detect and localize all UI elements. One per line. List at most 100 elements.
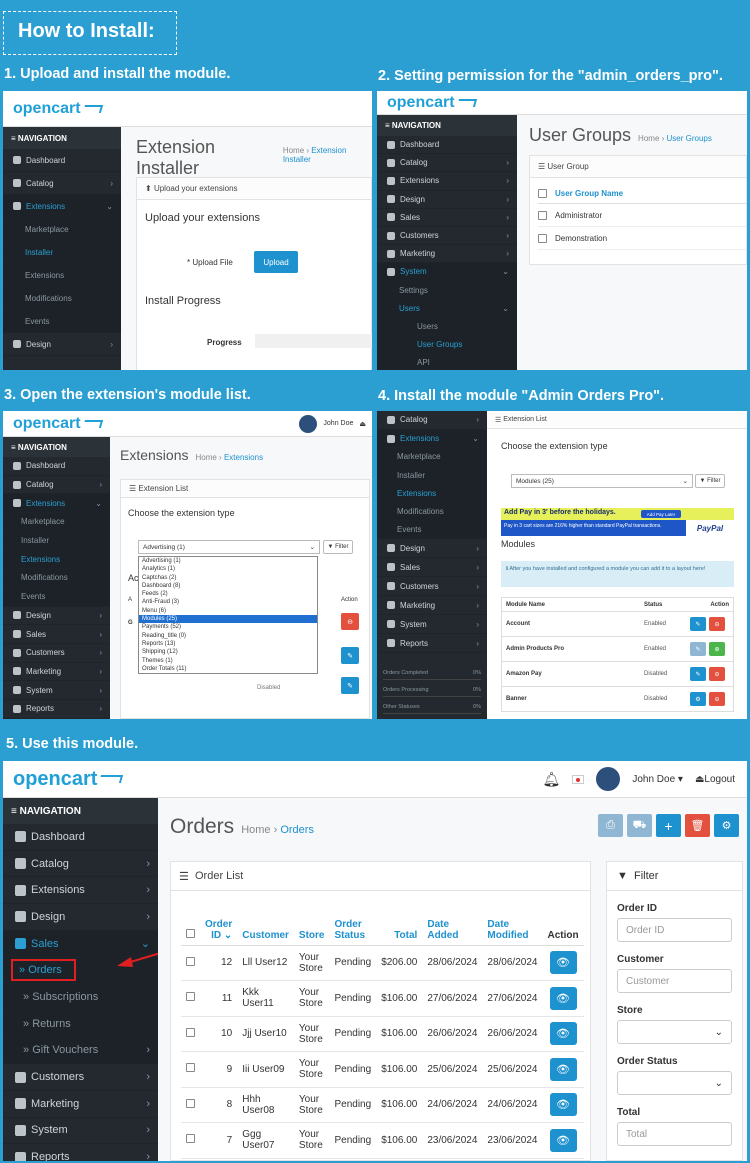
menu-sales[interactable]: Sales › — [377, 558, 487, 578]
menu-system[interactable]: System › — [3, 1118, 158, 1145]
menu-marketing[interactable]: Marketing › — [3, 663, 110, 682]
row-checkbox[interactable] — [538, 210, 547, 220]
menu-marketing[interactable]: Marketing › — [3, 1091, 158, 1118]
menu-dashboard[interactable]: Dashboard — [3, 149, 121, 172]
option[interactable]: Themes (1) — [142, 657, 317, 665]
option[interactable]: Feeds (2) — [142, 590, 317, 598]
menu-events[interactable]: Events — [3, 310, 121, 333]
col-total[interactable]: Total — [376, 900, 423, 946]
menu-extensions-sub[interactable]: Extensions — [377, 484, 487, 503]
menu-reports[interactable]: Reports › — [3, 1144, 158, 1161]
filter-button[interactable]: ▼ Filter — [323, 540, 353, 554]
menu-reports[interactable]: Reports › — [377, 634, 487, 654]
paypal-ad-banner[interactable]: Add Pay in 3' before the holidays. Add P… — [501, 508, 734, 536]
menu-design[interactable]: Design › — [377, 539, 487, 559]
menu-customers[interactable]: Customers › — [377, 577, 487, 597]
menu-customers[interactable]: Customers › — [3, 1064, 158, 1091]
col-date-added[interactable]: Date Added — [422, 900, 483, 946]
uninstall-button[interactable]: ⊖ — [341, 613, 359, 630]
delete-button[interactable]: 🗑︎ — [685, 814, 710, 837]
menu-sales[interactable]: Sales › — [3, 625, 110, 644]
view-order-button[interactable]: 👁︎ — [549, 1057, 577, 1081]
extension-type-select[interactable]: Advertising (1) ⌄ — [138, 540, 320, 554]
flag-icon[interactable] — [572, 774, 585, 784]
menu-modifications[interactable]: Modifications — [3, 287, 121, 310]
menu-design[interactable]: Design › — [3, 333, 121, 356]
col-order-id[interactable]: Order ID ⌄ — [200, 900, 238, 946]
upload-button[interactable]: Upload — [254, 251, 298, 273]
menu-dashboard[interactable]: Dashboard — [3, 457, 110, 476]
store-select[interactable]: ⌄ — [617, 1020, 732, 1044]
menu-design[interactable]: Design › — [3, 904, 158, 931]
row-checkbox[interactable] — [538, 233, 547, 243]
col-date-modified[interactable]: Date Modified — [482, 900, 543, 946]
edit-button[interactable]: ✎ — [341, 647, 359, 664]
row-checkbox[interactable] — [186, 1063, 195, 1073]
add-pay-later-button[interactable]: Add Pay Later — [641, 510, 681, 518]
menu-extensions[interactable]: Extensions ⌄ — [377, 429, 487, 449]
edit-button[interactable]: ✎ — [690, 617, 706, 631]
view-order-button[interactable]: 👁︎ — [549, 986, 577, 1010]
extension-type-select[interactable]: Modules (25) ⌄ — [511, 474, 693, 488]
menu-subscriptions[interactable]: » Subscriptions — [3, 984, 158, 1011]
menu-system[interactable]: System › — [3, 681, 110, 700]
order-status-select[interactable]: ⌄ — [617, 1071, 732, 1095]
logout-icon[interactable]: ⏏ — [359, 420, 366, 428]
menu-extensions[interactable]: Extensions › — [3, 877, 158, 905]
menu-design[interactable]: Design › — [3, 607, 110, 626]
shipping-button[interactable]: ⛟ — [627, 814, 652, 837]
uninstall-button[interactable]: ⊖ — [709, 617, 725, 631]
edit-button[interactable]: ⚙ — [690, 692, 706, 706]
menu-extensions-sub[interactable]: Extensions — [3, 264, 121, 287]
menu-extensions[interactable]: Extensions ⌄ — [3, 195, 121, 218]
menu-modifications[interactable]: Modifications — [377, 502, 487, 522]
menu-dashboard[interactable]: Dashboard — [3, 824, 158, 851]
col-store[interactable]: Store — [293, 900, 330, 946]
menu-users[interactable]: Users ⌄ — [377, 299, 517, 318]
option[interactable]: Reports (13) — [142, 640, 317, 648]
option-selected[interactable]: Modules (25) — [139, 615, 317, 624]
row-checkbox[interactable] — [186, 1027, 195, 1037]
edit-button[interactable]: ✎ — [690, 642, 706, 656]
option[interactable]: Captchas (2) — [142, 574, 317, 582]
logout-link[interactable]: ⏏Logout — [695, 774, 735, 785]
option[interactable]: Menu (6) — [142, 607, 317, 615]
edit-button[interactable]: ✎ — [690, 667, 706, 681]
option[interactable]: Payments (52) — [142, 623, 317, 631]
option[interactable]: Reading_title (0) — [142, 632, 317, 640]
menu-events[interactable]: Events — [377, 521, 487, 540]
option[interactable]: Anti-Fraud (3) — [142, 598, 317, 606]
select-all-checkbox[interactable] — [186, 928, 195, 938]
menu-sales[interactable]: Sales › — [377, 209, 517, 227]
option[interactable]: Dashboard (8) — [142, 582, 317, 590]
view-order-button[interactable]: 👁︎ — [549, 1022, 577, 1046]
menu-modifications[interactable]: Modifications — [3, 569, 110, 588]
menu-marketplace[interactable]: Marketplace — [377, 448, 487, 467]
order-id-input[interactable]: Order ID — [617, 918, 732, 942]
uninstall-button[interactable]: ⊖ — [709, 667, 725, 681]
menu-returns[interactable]: » Returns — [3, 1010, 158, 1038]
menu-extensions-sub[interactable]: Extensions — [3, 550, 110, 570]
menu-installer[interactable]: Installer — [3, 241, 121, 264]
menu-events[interactable]: Events — [3, 587, 110, 607]
menu-dashboard[interactable]: Dashboard — [377, 136, 517, 155]
bell-icon[interactable]: 🔔︎ — [543, 771, 561, 788]
option[interactable]: Advertising (1) — [142, 557, 317, 565]
user-menu[interactable]: John Doe ▾ — [632, 774, 683, 785]
view-order-button[interactable]: 👁︎ — [549, 1093, 577, 1117]
col-order-status[interactable]: Order Status — [329, 900, 377, 946]
menu-extensions[interactable]: Extensions › — [377, 172, 517, 191]
total-input[interactable]: Total — [617, 1122, 732, 1146]
menu-gift-vouchers[interactable]: » Gift Vouchers › — [3, 1037, 158, 1065]
row-checkbox[interactable] — [186, 1134, 195, 1144]
menu-catalog[interactable]: Catalog › — [377, 411, 487, 430]
settings-button[interactable]: ⚙ — [714, 814, 739, 837]
user-menu[interactable]: John Doe — [323, 420, 353, 427]
menu-catalog[interactable]: Catalog › — [377, 154, 517, 173]
menu-settings[interactable]: Settings — [377, 281, 517, 300]
menu-reports[interactable]: Reports › — [3, 700, 110, 719]
row-checkbox[interactable] — [186, 956, 195, 966]
option[interactable]: Order Totals (11) — [142, 665, 317, 673]
option[interactable]: Analytics (1) — [142, 565, 317, 573]
menu-catalog[interactable]: Catalog › — [3, 851, 158, 878]
